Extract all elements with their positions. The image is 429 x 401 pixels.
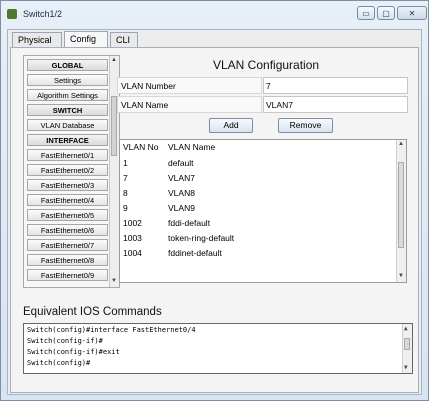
sidebar-item-fastethernet0-2[interactable]: FastEthernet0/2 [27, 164, 108, 176]
tab-physical[interactable]: Physical [12, 32, 62, 47]
table-row[interactable]: 1004 fddinet-default [120, 246, 398, 261]
sidebar-item-interface[interactable]: INTERFACE [27, 134, 108, 146]
vlan-no-cell: 7 [123, 173, 128, 183]
close-icon: ✕ [408, 8, 416, 18]
table-row[interactable]: 1003 token-ring-default [120, 231, 398, 246]
sidebar-item-algorithm-settings[interactable]: Algorithm Settings [27, 89, 108, 101]
sidebar-item-fastethernet0-4[interactable]: FastEthernet0/4 [27, 194, 108, 206]
table-row[interactable]: 9 VLAN9 [120, 201, 398, 216]
minimize-icon: ▭ [362, 8, 370, 18]
table-row[interactable]: 7 VLAN7 [120, 171, 398, 186]
scroll-down-icon[interactable]: ▼ [111, 278, 117, 284]
vlan-no-cell: 1003 [123, 233, 142, 243]
ios-commands-output[interactable]: Switch(config)#interface FastEthernet0/4… [23, 323, 413, 374]
sidebar-item-vlan-database[interactable]: VLAN Database [27, 119, 108, 131]
sidebar-item-fastethernet0-7[interactable]: FastEthernet0/7 [27, 239, 108, 251]
maximize-button[interactable]: ▢ [377, 6, 395, 20]
vlan-table-scrollbar[interactable]: ▲ ▼ [396, 140, 406, 282]
minimize-button[interactable]: ▭ [357, 6, 375, 20]
vlan-configuration-title: VLAN Configuration [213, 58, 320, 72]
vlan-no-cell: 8 [123, 188, 128, 198]
config-sidebar: GLOBAL Settings Algorithm Settings SWITC… [23, 55, 120, 288]
table-row[interactable]: 1 default [120, 156, 398, 171]
scroll-up-icon[interactable]: ▲ [111, 57, 117, 63]
scroll-up-icon[interactable]: ▲ [398, 141, 404, 147]
sidebar-item-fastethernet0-1[interactable]: FastEthernet0/1 [27, 149, 108, 161]
column-header-vlan-name: VLAN Name [168, 142, 216, 152]
ios-commands-title: Equivalent IOS Commands [23, 306, 162, 318]
close-button[interactable]: ✕ [397, 6, 427, 20]
vlan-name-label: VLAN Name [117, 96, 262, 113]
sidebar-item-fastethernet0-5[interactable]: FastEthernet0/5 [27, 209, 108, 221]
scroll-down-icon[interactable]: ▼ [398, 273, 404, 279]
add-button[interactable]: Add [209, 118, 253, 133]
tab-config-label: Config [70, 34, 97, 44]
config-panel: GLOBAL Settings Algorithm Settings SWITC… [10, 47, 419, 393]
vlan-table-scroll-thumb[interactable] [398, 162, 404, 248]
sidebar-item-global[interactable]: GLOBAL [27, 59, 108, 71]
vlan-name-cell: VLAN7 [168, 173, 195, 183]
ios-command-line: Switch(config-if)# [27, 337, 103, 345]
ios-scrollbar[interactable]: ▲ ▼ [402, 324, 412, 373]
ios-command-line: Switch(config)# [27, 359, 91, 367]
vlan-name-cell: token-ring-default [168, 233, 235, 243]
vlan-no-cell: 1004 [123, 248, 142, 258]
ios-command-line: Switch(config)#interface FastEthernet0/4 [27, 326, 196, 334]
vlan-number-input[interactable]: 7 [263, 77, 408, 94]
vlan-name-cell: fddinet-default [168, 248, 222, 258]
ios-command-line: Switch(config-if)#exit [27, 348, 120, 356]
vlan-name-cell: fddi-default [168, 218, 211, 228]
vlan-table-header: VLAN No VLAN Name [120, 140, 398, 154]
vlan-name-cell: VLAN8 [168, 188, 195, 198]
window-client-area: Physical Config CLI GLOBAL Settings Algo… [7, 29, 422, 395]
sidebar-item-switch[interactable]: SWITCH [27, 104, 108, 116]
table-row[interactable]: 8 VLAN8 [120, 186, 398, 201]
tab-cli-label: CLI [116, 35, 131, 45]
scroll-up-icon[interactable]: ▲ [404, 325, 408, 332]
scroll-down-icon[interactable]: ▼ [404, 364, 408, 371]
switch-window: Switch1/2 ▭ ▢ ✕ Physical Config CLI GLOB… [0, 0, 429, 401]
remove-button[interactable]: Remove [278, 118, 333, 133]
table-row[interactable]: 1002 fddi-default [120, 216, 398, 231]
tab-cli[interactable]: CLI [110, 32, 138, 47]
vlan-number-label: VLAN Number [117, 77, 262, 94]
sidebar-item-fastethernet0-8[interactable]: FastEthernet0/8 [27, 254, 108, 266]
title-bar: Switch1/2 ▭ ▢ ✕ [1, 1, 428, 29]
vlan-no-cell: 1 [123, 158, 128, 168]
vlan-table: VLAN No VLAN Name 1 default 7 VLAN7 8 VL… [119, 139, 407, 283]
vlan-name-cell: VLAN9 [168, 203, 195, 213]
window-title: Switch1/2 [23, 9, 63, 19]
sidebar-item-fastethernet0-9[interactable]: FastEthernet0/9 [27, 269, 108, 281]
sidebar-item-settings[interactable]: Settings [27, 74, 108, 86]
sidebar-item-fastethernet0-3[interactable]: FastEthernet0/3 [27, 179, 108, 191]
sidebar-item-fastethernet0-6[interactable]: FastEthernet0/6 [27, 224, 108, 236]
tab-config[interactable]: Config [64, 31, 108, 48]
vlan-no-cell: 1002 [123, 218, 142, 228]
vlan-no-cell: 9 [123, 203, 128, 213]
vlan-name-cell: default [168, 158, 194, 168]
packet-tracer-app-icon [7, 9, 17, 19]
ios-scroll-thumb[interactable] [404, 338, 410, 350]
column-header-vlan-no: VLAN No [123, 142, 159, 152]
vlan-name-input[interactable]: VLAN7 [263, 96, 408, 113]
maximize-icon: ▢ [382, 8, 390, 18]
tab-physical-label: Physical [18, 35, 52, 45]
